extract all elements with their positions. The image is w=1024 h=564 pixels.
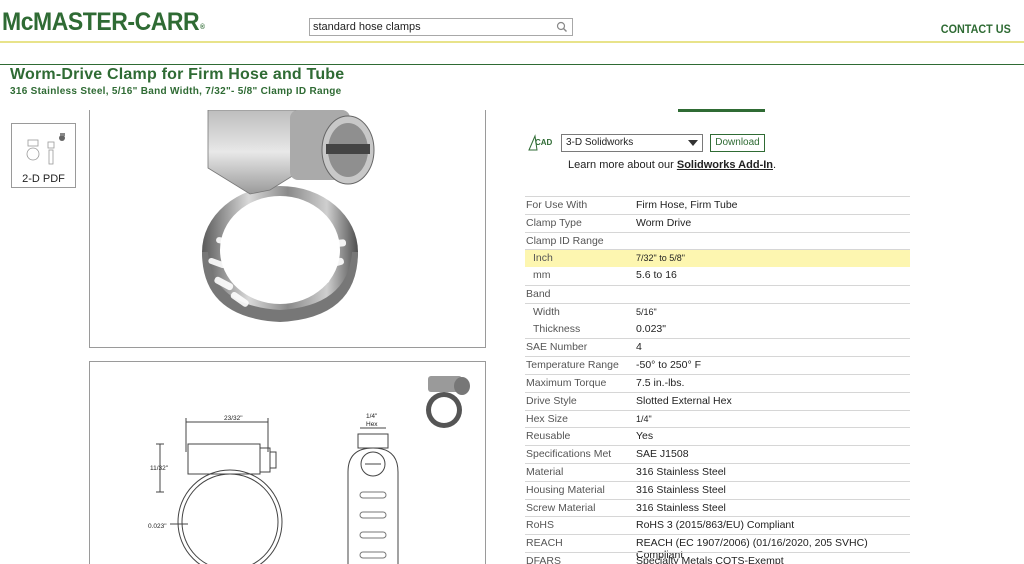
spec-key: DFARS [526, 554, 562, 564]
pdf-thumbnail-label: 2-D PDF [22, 173, 65, 185]
cad-icon-label: CAD [535, 138, 553, 147]
spec-row: Band [525, 284, 910, 303]
spec-value: 1/4" [636, 413, 652, 424]
spec-row: Maximum Torque 7.5 in.-lbs. [525, 373, 910, 392]
spec-row: Drive Style Slotted External Hex [525, 391, 910, 410]
dim-height-label: 11/32" [150, 465, 169, 472]
spec-row: Clamp Type Worm Drive [525, 213, 910, 232]
dim-hex-label-1: 1/4" [366, 413, 378, 420]
spec-value: 0.023" [636, 322, 667, 335]
spec-key: Thickness [533, 322, 581, 335]
cad-format-selected: 3-D Solidworks [566, 137, 634, 148]
spec-row: Screw Material 316 Stainless Steel [525, 498, 910, 517]
spec-row: Hex Size 1/4" [525, 409, 910, 428]
mini-clamp-icon [426, 376, 470, 428]
search-box[interactable] [309, 18, 573, 36]
spec-key: RoHS [526, 519, 555, 532]
spec-value: Firm Hose, Firm Tube [636, 199, 738, 211]
spec-value: Worm Drive [636, 216, 692, 229]
logo-registered-mark: ® [200, 24, 205, 31]
spec-value: 316 Stainless Steel [636, 465, 726, 478]
spec-row: Housing Material 316 Stainless Steel [525, 480, 910, 499]
spec-key: Housing Material [526, 483, 605, 496]
spec-value: SAE J1508 [636, 448, 689, 461]
dim-width-label: 23/32" [224, 415, 243, 422]
spec-key: SAE Number [526, 341, 588, 354]
spec-row: Temperature Range -50° to 250° F [525, 356, 910, 374]
spec-key: Maximum Torque [526, 376, 607, 389]
spec-value: 316 Stainless Steel [636, 483, 726, 496]
hose-clamp-photo [202, 110, 375, 322]
spec-row: Thickness 0.023" [525, 321, 910, 339]
logo-text: McMASTER-CARR [2, 8, 200, 36]
spec-row: REACH REACH (EC 1907/2006) (01/16/2020, 2… [525, 534, 910, 561]
spec-key: For Use With [526, 199, 588, 211]
spec-value: Specialty Metals COTS-Exempt [636, 554, 784, 564]
spec-row: mm 5.6 to 16 [525, 267, 910, 285]
spec-key: Width [533, 305, 560, 318]
spec-row: Clamp ID Range [525, 231, 910, 250]
spec-row: DFARS Specialty Metals COTS-Exempt [525, 551, 910, 564]
spec-value: 7.5 in.-lbs. [636, 376, 685, 389]
top-header: McMASTER-CARR® CONTACT US [0, 0, 1024, 43]
chevron-down-icon [688, 140, 698, 146]
spec-value: 5.6 to 16 [636, 269, 677, 282]
dim-thickness-label: 0.023" [148, 523, 167, 530]
header-divider [0, 64, 1024, 65]
spec-value: RoHS 3 (2015/863/EU) Compliant [636, 519, 795, 532]
spec-key: mm [533, 269, 551, 282]
spec-key: Inch [533, 252, 553, 265]
spec-key: Reusable [526, 430, 571, 443]
learn-more-prefix: Learn more about our [568, 159, 677, 171]
spec-key: Clamp ID Range [526, 234, 604, 247]
spec-key: Screw Material [526, 501, 596, 514]
drawing-thumbnail-icon [26, 133, 65, 165]
learn-more-suffix: . [773, 159, 777, 171]
spec-value: 4 [636, 341, 642, 354]
specifications-table: For Use With Firm Hose, Firm Tube Clamp Ty… [525, 196, 910, 564]
spec-value: Slotted External Hex [636, 394, 732, 407]
spec-key: Material [526, 465, 564, 478]
contact-us-link[interactable]: CONTACT US [941, 22, 1011, 36]
product-subtitle: 316 Stainless Steel, 5/16" Band Width, 7… [10, 86, 342, 97]
learn-more-text: Learn more about our Solidworks Add-In. [568, 159, 776, 171]
mcmaster-logo[interactable]: McMASTER-CARR® [2, 8, 205, 37]
spec-value: Yes [636, 430, 654, 443]
spec-row: Specifications Met SAE J1508 [525, 445, 910, 463]
product-title: Worm-Drive Clamp for Firm Hose and Tube [10, 66, 345, 83]
spec-row: For Use With Firm Hose, Firm Tube [525, 196, 910, 214]
spec-row: Material 316 Stainless Steel [525, 462, 910, 481]
spec-key: Hex Size [526, 412, 569, 425]
spec-value: 316 Stainless Steel [636, 501, 726, 514]
dim-hex-label-2: Hex [366, 421, 378, 428]
product-photo [89, 110, 486, 348]
search-input[interactable] [310, 19, 556, 35]
spec-row: SAE Number 4 [525, 338, 910, 356]
search-icon[interactable] [555, 20, 569, 34]
spec-key: Temperature Range [526, 359, 619, 372]
dimension-drawing: 23/32" 11/32" 0.023" 1/4" Hex [89, 361, 486, 564]
spec-row: Inch 7/32" to 5/8" [525, 249, 910, 268]
pdf-drawing-thumbnail[interactable]: 2-D PDF [11, 123, 76, 188]
download-button[interactable]: Download [710, 134, 765, 152]
spec-value: -50° to 250° F [636, 359, 702, 372]
spec-key: Band [526, 287, 551, 300]
active-tab-indicator [678, 109, 765, 112]
spec-key: Drive Style [526, 394, 577, 407]
spec-key: REACH [526, 537, 563, 550]
technical-drawing: 23/32" 11/32" 0.023" 1/4" Hex [148, 376, 470, 564]
spec-key: Specifications Met [526, 448, 612, 461]
cad-format-select[interactable]: 3-D Solidworks [561, 134, 703, 152]
spec-value: 7/32" to 5/8" [636, 253, 685, 264]
spec-row: Width 5/16" [525, 302, 910, 321]
cad-icon: CAD [528, 134, 553, 151]
spec-row: Reusable Yes [525, 427, 910, 445]
spec-row: RoHS RoHS 3 (2015/863/EU) Compliant [525, 516, 910, 534]
solidworks-addin-link[interactable]: Solidworks Add-In [677, 159, 773, 171]
spec-value: 5/16" [636, 306, 657, 317]
spec-key: Clamp Type [526, 216, 582, 229]
